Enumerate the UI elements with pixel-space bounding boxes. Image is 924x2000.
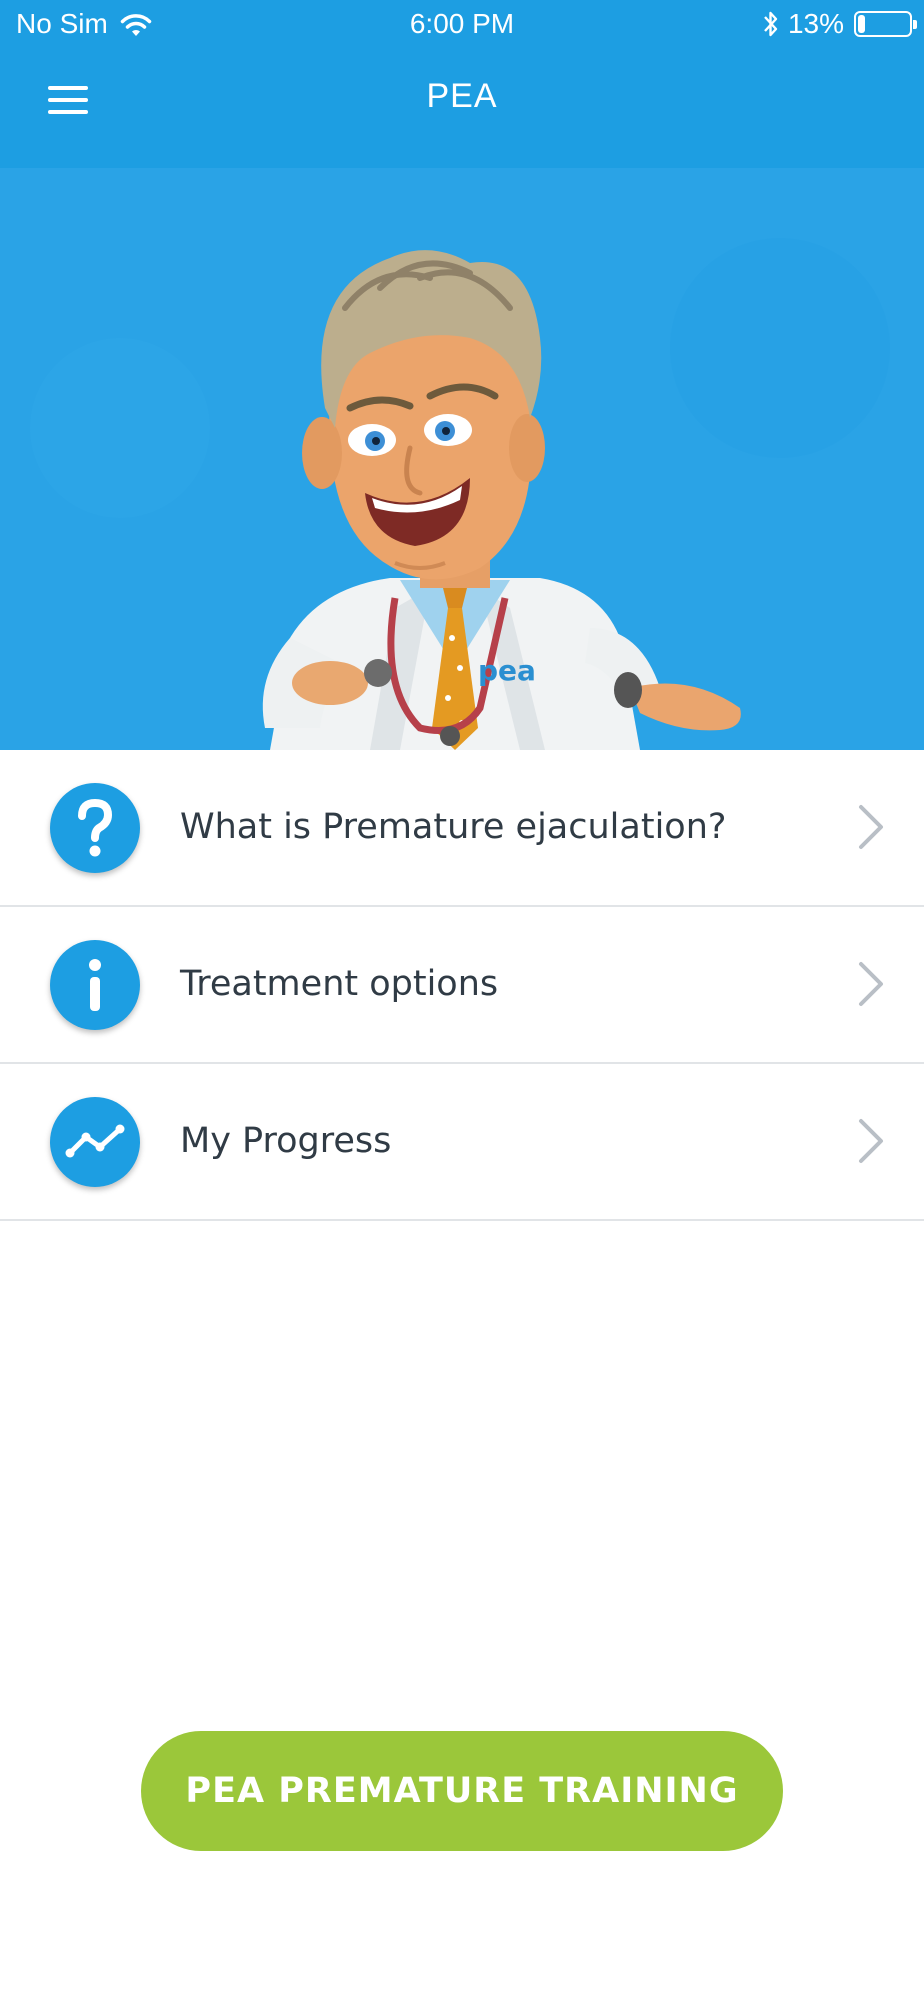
- navigation-bar: PEA: [0, 46, 924, 168]
- chevron-right-icon: [859, 805, 883, 849]
- status-right: 13%: [760, 8, 917, 40]
- progress-chart-icon: [50, 1097, 140, 1187]
- question-icon: [50, 783, 140, 873]
- status-bar: No Sim 6:00 PM 13%: [0, 0, 924, 46]
- cartoon-doctor-illustration: pea: [0, 168, 924, 750]
- page-title: PEA: [426, 77, 498, 115]
- battery-percent: 13%: [787, 8, 844, 39]
- menu-item-label: What is Premature ejaculation?: [180, 807, 727, 847]
- menu-list: What is Premature ejaculation? Treatment…: [0, 750, 924, 1221]
- menu-item-label: My Progress: [180, 1121, 392, 1161]
- chevron-right-icon: [859, 962, 883, 1006]
- info-icon: [50, 940, 140, 1030]
- bluetooth-icon: [764, 11, 778, 37]
- menu-item-treatment-options[interactable]: Treatment options: [0, 907, 924, 1064]
- menu-item-label: Treatment options: [180, 964, 499, 1004]
- menu-item-my-progress[interactable]: My Progress: [0, 1064, 924, 1221]
- battery-level: [858, 15, 865, 33]
- battery-icon: [854, 11, 917, 37]
- chevron-right-icon: [859, 1119, 883, 1163]
- hero-banner: pea: [0, 168, 924, 750]
- app-screen: No Sim 6:00 PM 13% PEA pea What is Prema…: [0, 0, 924, 2000]
- pea-premature-training-button[interactable]: PEA PREMATURE TRAINING: [141, 1731, 783, 1851]
- menu-item-what-is-pe[interactable]: What is Premature ejaculation?: [0, 750, 924, 907]
- coat-badge-text: pea: [478, 654, 536, 687]
